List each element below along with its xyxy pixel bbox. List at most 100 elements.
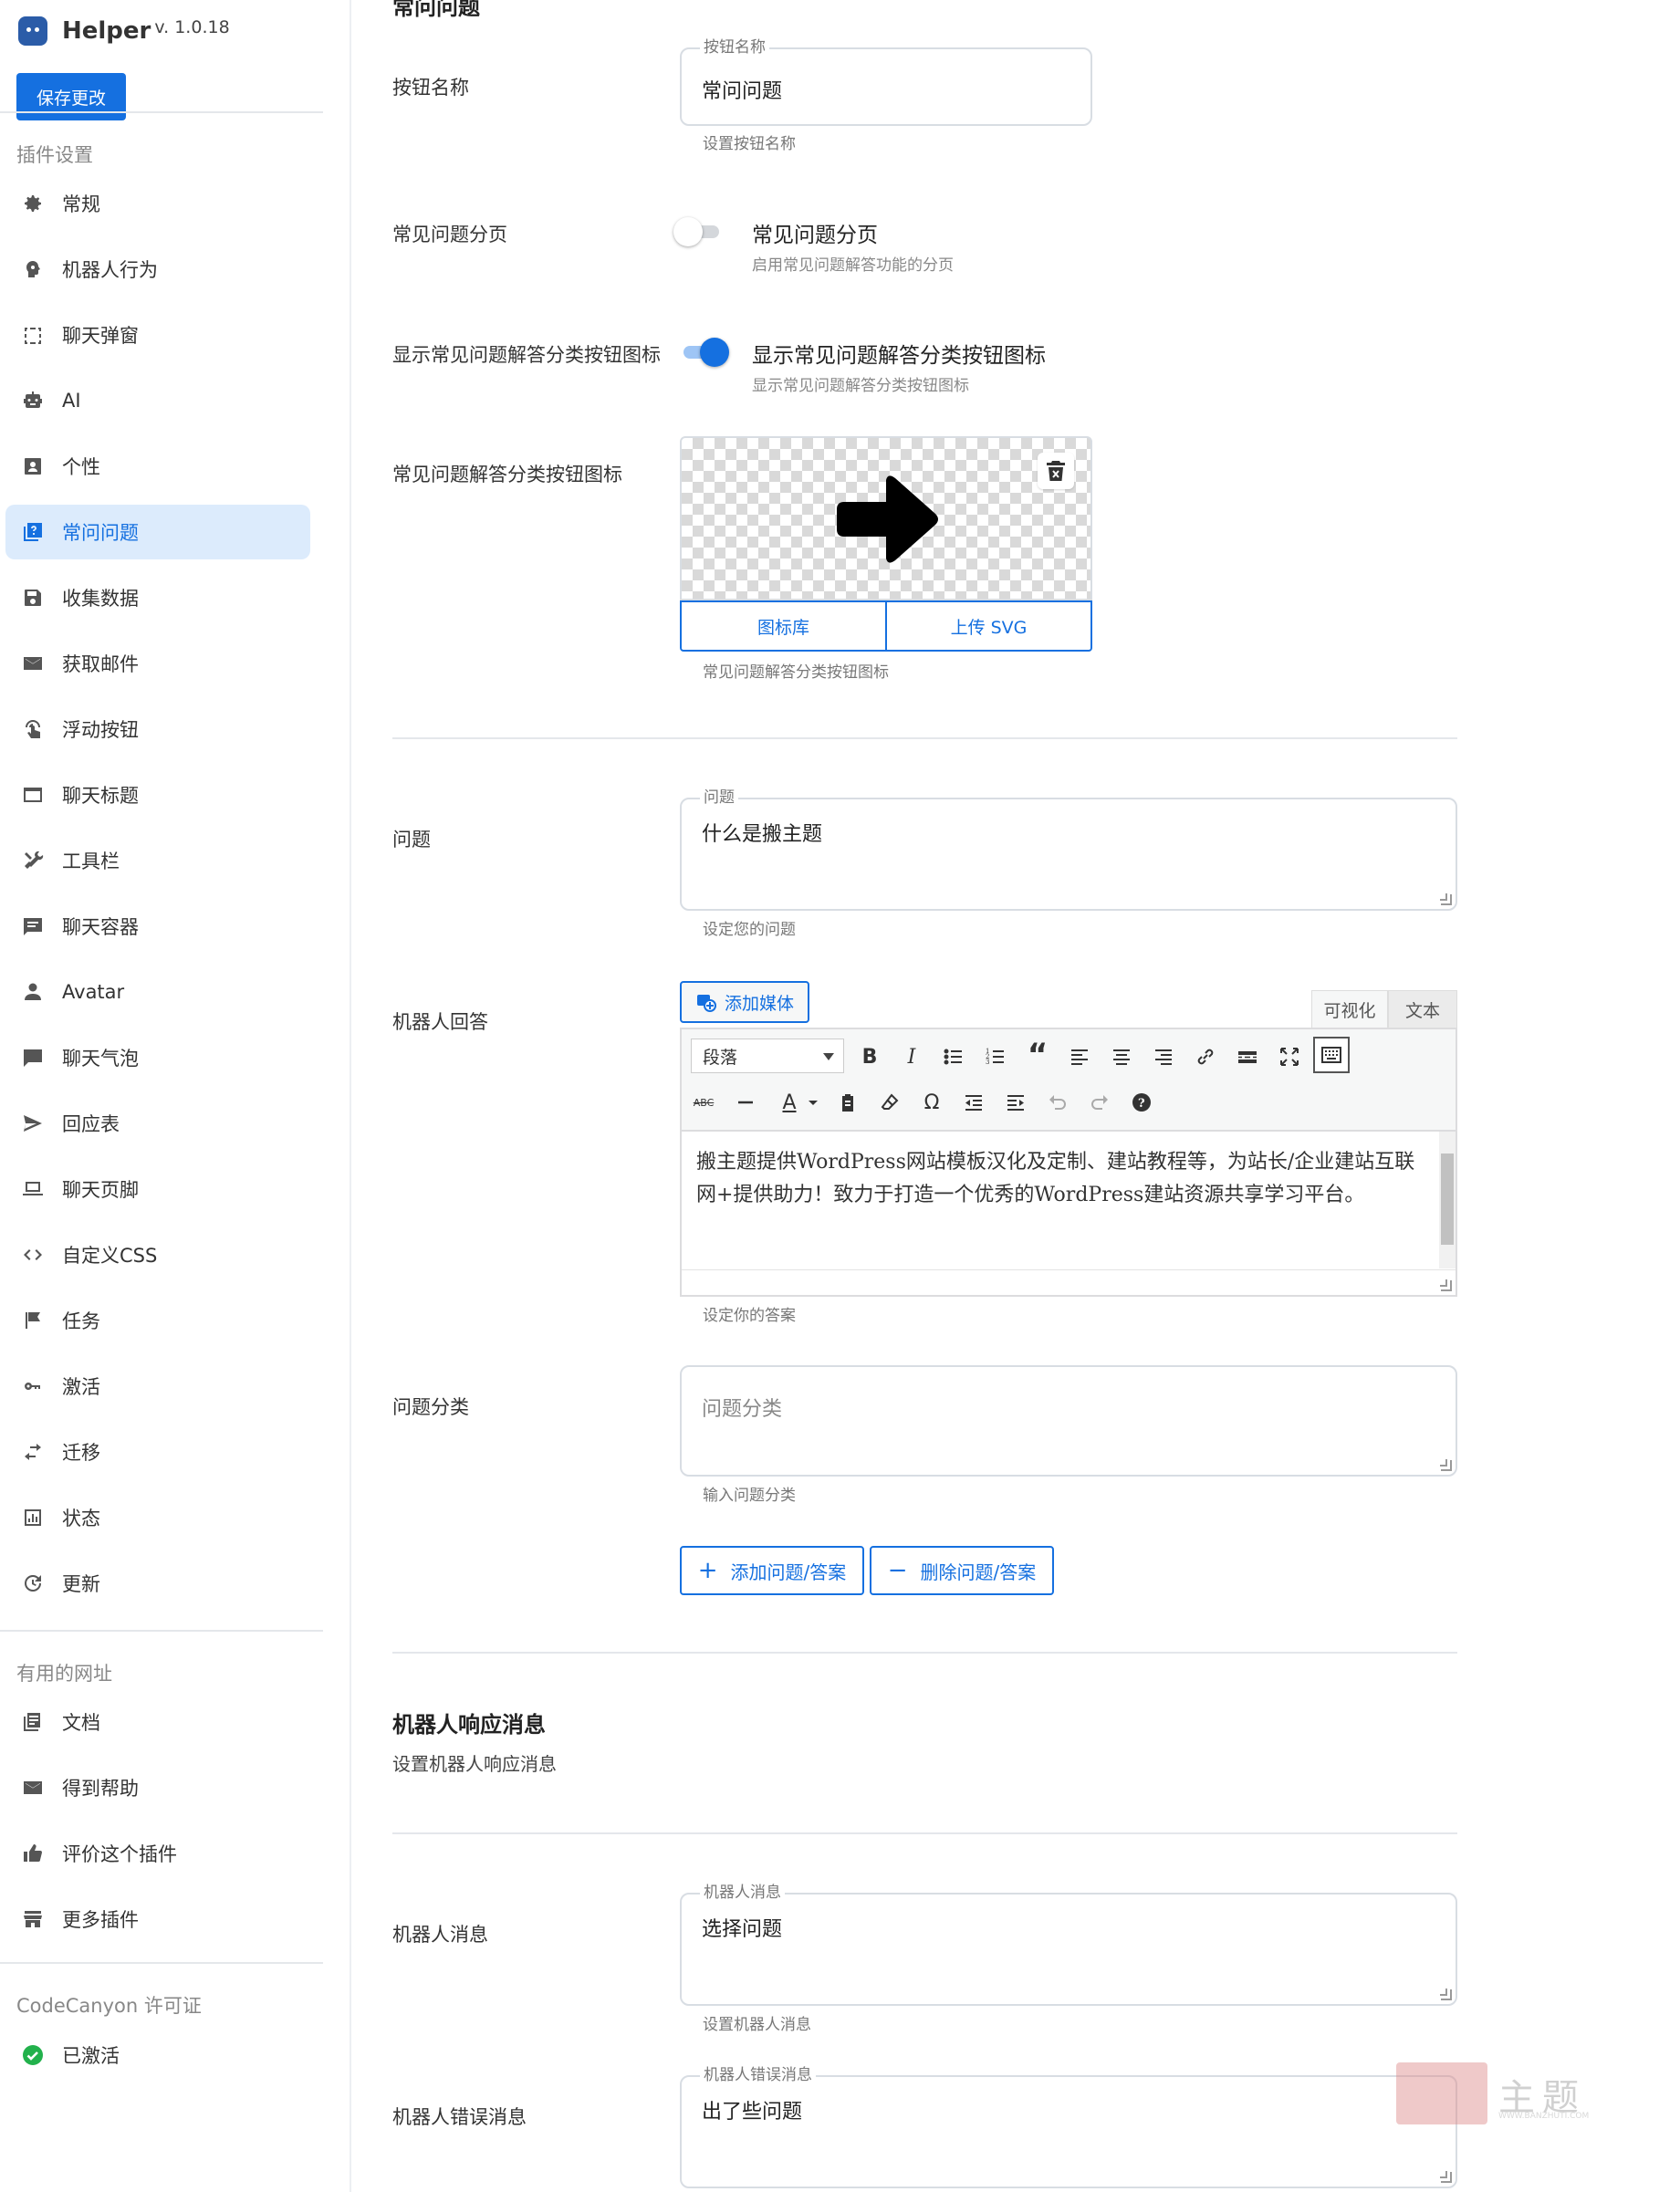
upload-svg-button[interactable]: 上传 SVG bbox=[885, 600, 1092, 652]
align-left-icon[interactable] bbox=[1061, 1039, 1098, 1075]
laptop-icon bbox=[20, 1176, 46, 1202]
numbered-list-icon[interactable]: 123 bbox=[977, 1039, 1014, 1075]
divider bbox=[392, 1652, 1457, 1654]
minus-icon: − bbox=[887, 1557, 908, 1584]
button-name-help: 设置按钮名称 bbox=[703, 135, 796, 153]
sidebar-item-label: 获取邮件 bbox=[62, 653, 139, 675]
tab-visual[interactable]: 可视化 bbox=[1311, 990, 1388, 1028]
text-color-dropdown-icon[interactable] bbox=[795, 1084, 831, 1121]
sidebar-item-label: 聊天容器 bbox=[62, 916, 139, 938]
section-title: 常问问题 bbox=[392, 0, 480, 20]
resize-handle[interactable] bbox=[1440, 2171, 1452, 2183]
question-field[interactable]: 问题 什么是搬主题 bbox=[680, 788, 1457, 911]
redo-icon[interactable] bbox=[1081, 1084, 1118, 1121]
sidebar-item-label: 任务 bbox=[62, 1310, 100, 1332]
remove-question-answer-button[interactable]: − 删除问题/答案 bbox=[870, 1546, 1054, 1595]
button-name-field[interactable]: 按钮名称 常问问题 bbox=[680, 38, 1092, 126]
question-category-placeholder: 问题分类 bbox=[702, 1398, 783, 1421]
sidebar-item-label: 收集数据 bbox=[62, 588, 139, 610]
bullet-list-icon[interactable] bbox=[935, 1039, 972, 1075]
bot-message-help: 设置机器人消息 bbox=[703, 2016, 811, 2034]
delete-icon-button[interactable] bbox=[1038, 453, 1074, 489]
save-changes-button[interactable]: 保存更改 bbox=[16, 73, 126, 120]
fullscreen-icon[interactable] bbox=[1271, 1039, 1308, 1075]
sidebar-item-19[interactable]: 迁移 bbox=[5, 1425, 310, 1479]
sidebar-item-17[interactable]: 任务 bbox=[5, 1293, 310, 1348]
sidebar-item-20[interactable]: 状态 bbox=[5, 1490, 310, 1545]
useful-link-3[interactable]: 更多插件 bbox=[5, 1892, 310, 1947]
clear-formatting-icon[interactable] bbox=[871, 1084, 908, 1121]
sidebar-item-21[interactable]: 更新 bbox=[5, 1556, 310, 1611]
align-center-icon[interactable] bbox=[1103, 1039, 1140, 1075]
sidebar-item-label: 更新 bbox=[62, 1573, 100, 1595]
read-more-icon[interactable] bbox=[1229, 1039, 1266, 1075]
bold-icon[interactable]: B bbox=[851, 1039, 888, 1075]
resize-handle[interactable] bbox=[1440, 1459, 1452, 1471]
sidebar-item-1[interactable]: 机器人行为 bbox=[5, 242, 310, 297]
sidebar-item-6[interactable]: 收集数据 bbox=[5, 570, 310, 625]
bot-answer-help: 设定你的答案 bbox=[703, 1307, 796, 1325]
rich-text-editor[interactable]: 段落 B I 123 “ ABC A Ω ? 搬主题提供WordPress网站模… bbox=[680, 1028, 1457, 1297]
divider bbox=[392, 1832, 1457, 1834]
sidebar-item-10[interactable]: 工具栏 bbox=[5, 833, 310, 888]
svg-text:?: ? bbox=[1138, 1097, 1145, 1111]
add-question-answer-button[interactable]: + 添加问题/答案 bbox=[680, 1546, 864, 1595]
sidebar-item-label: 机器人行为 bbox=[62, 259, 158, 281]
sidebar-item-3[interactable]: AI bbox=[5, 373, 310, 428]
useful-link-label: 文档 bbox=[62, 1712, 100, 1734]
useful-link-2[interactable]: 评价这个插件 bbox=[5, 1826, 310, 1881]
add-media-button[interactable]: 添加媒体 bbox=[680, 981, 809, 1023]
thumb-up-icon bbox=[20, 1841, 46, 1866]
sidebar-item-8[interactable]: 浮动按钮 bbox=[5, 702, 310, 757]
bot-message-field[interactable]: 机器人消息 选择问题 bbox=[680, 1884, 1457, 2006]
flag-icon bbox=[20, 1308, 46, 1333]
useful-link-1[interactable]: 得到帮助 bbox=[5, 1760, 310, 1815]
resize-handle[interactable] bbox=[1440, 893, 1452, 905]
sidebar-item-18[interactable]: 激活 bbox=[5, 1359, 310, 1414]
strikethrough-icon[interactable]: ABC bbox=[685, 1084, 722, 1121]
useful-link-label: 得到帮助 bbox=[62, 1778, 139, 1800]
key-icon bbox=[20, 1373, 46, 1399]
help-icon[interactable]: ? bbox=[1123, 1084, 1160, 1121]
toolbar-toggle-icon[interactable] bbox=[1313, 1037, 1350, 1073]
useful-link-label: 更多插件 bbox=[62, 1909, 139, 1931]
sidebar-item-2[interactable]: 聊天弹窗 bbox=[5, 308, 310, 362]
resize-handle[interactable] bbox=[1440, 1279, 1452, 1291]
sidebar-item-11[interactable]: 聊天容器 bbox=[5, 899, 310, 954]
blockquote-icon[interactable]: “ bbox=[1019, 1037, 1056, 1073]
sidebar-item-15[interactable]: 聊天页脚 bbox=[5, 1162, 310, 1216]
resize-handle[interactable] bbox=[1440, 1988, 1452, 2000]
sidebar-item-5[interactable]: 常问问题 bbox=[5, 505, 310, 559]
sidebar-item-13[interactable]: 聊天气泡 bbox=[5, 1030, 310, 1085]
show-category-icon-label: 显示常见问题解答分类按钮图标 bbox=[392, 344, 661, 366]
link-icon[interactable] bbox=[1187, 1039, 1224, 1075]
sidebar-item-16[interactable]: 自定义CSS bbox=[5, 1227, 310, 1282]
special-character-icon[interactable]: Ω bbox=[913, 1084, 950, 1121]
italic-icon[interactable]: I bbox=[893, 1039, 930, 1075]
undo-icon[interactable] bbox=[1039, 1084, 1076, 1121]
editor-scrollbar[interactable] bbox=[1439, 1132, 1456, 1268]
show-category-icon-toggle[interactable] bbox=[680, 336, 729, 369]
paste-text-icon[interactable] bbox=[830, 1084, 866, 1121]
outdent-icon[interactable] bbox=[955, 1084, 992, 1121]
bot-error-field[interactable]: 机器人错误消息 出了些问题 bbox=[680, 2066, 1457, 2188]
sidebar-item-14[interactable]: 回应表 bbox=[5, 1096, 310, 1151]
sidebar-item-7[interactable]: 获取邮件 bbox=[5, 636, 310, 691]
icon-library-button[interactable]: 图标库 bbox=[680, 600, 887, 652]
sidebar-item-4[interactable]: 个性 bbox=[5, 439, 310, 494]
sidebar-item-0[interactable]: 常规 bbox=[5, 176, 310, 231]
chart-icon bbox=[20, 1505, 46, 1530]
align-right-icon[interactable] bbox=[1145, 1039, 1182, 1075]
sidebar-item-12[interactable]: Avatar bbox=[5, 965, 310, 1019]
tab-text[interactable]: 文本 bbox=[1388, 990, 1457, 1028]
question-category-field[interactable]: 问题分类 bbox=[680, 1365, 1457, 1477]
code-icon bbox=[20, 1242, 46, 1268]
format-select[interactable]: 段落 bbox=[691, 1039, 844, 1073]
horizontal-line-icon[interactable] bbox=[727, 1084, 764, 1121]
editor-content[interactable]: 搬主题提供WordPress网站模板汉化及定制、建站教程等，为站长/企业建站互联… bbox=[682, 1132, 1439, 1268]
useful-link-0[interactable]: 文档 bbox=[5, 1695, 310, 1749]
sidebar-item-9[interactable]: 聊天标题 bbox=[5, 767, 310, 822]
faq-pagination-toggle[interactable] bbox=[673, 215, 723, 248]
indent-icon[interactable] bbox=[997, 1084, 1034, 1121]
chat-box-icon bbox=[20, 913, 46, 939]
